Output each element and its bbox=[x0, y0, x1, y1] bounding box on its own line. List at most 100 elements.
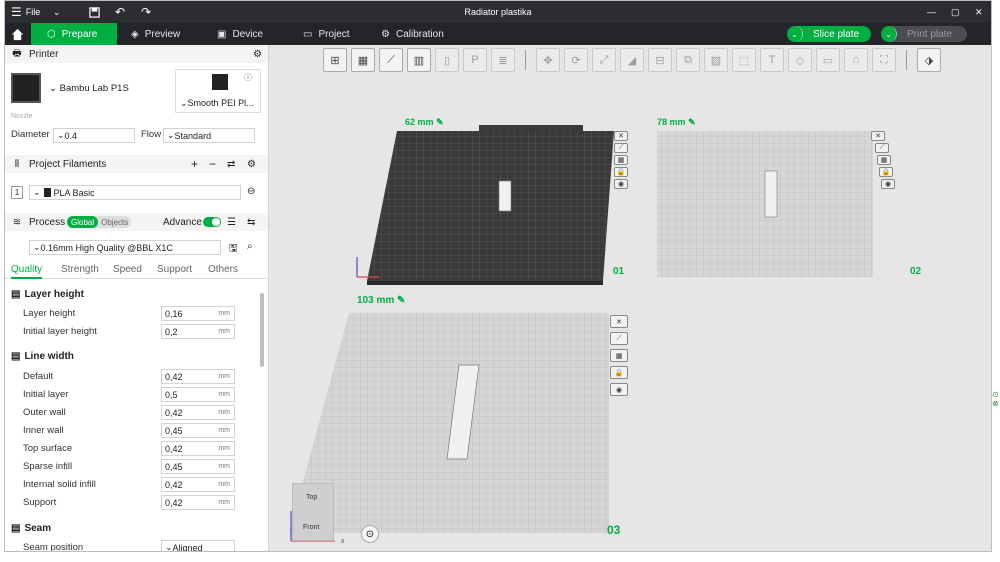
toggle-objects[interactable]: Objects bbox=[98, 216, 131, 228]
line-width-internal-solid-infill-input[interactable]: 0,42 mm bbox=[161, 477, 235, 492]
layer-height-input[interactable]: 0,16 mm bbox=[161, 306, 235, 321]
setting-unit: mm bbox=[218, 481, 230, 488]
printer-thumbnail bbox=[11, 73, 41, 103]
plate-03-dimension[interactable]: 103 mm ✎ bbox=[357, 295, 405, 306]
eye-icon[interactable]: ◉ bbox=[614, 179, 628, 189]
view-cube-front[interactable]: Front bbox=[303, 524, 319, 531]
calibration-icon: ⚙ bbox=[381, 28, 390, 40]
printer-section-header: 🖶 Printer ⚙ bbox=[5, 45, 268, 63]
auto-orient-plate-icon[interactable]: ⟋ bbox=[610, 332, 628, 345]
filament-select[interactable]: ⌄ PLA Basic bbox=[29, 185, 241, 200]
sync-icon[interactable]: ⇄ bbox=[227, 159, 235, 170]
tab-prepare[interactable]: ⬡ Prepare bbox=[31, 23, 117, 45]
arrange-plate-icon[interactable]: ▦ bbox=[614, 155, 628, 165]
global-objects-toggle[interactable]: Global Objects bbox=[67, 216, 131, 228]
tab-calibration[interactable]: ⚙ Calibration bbox=[381, 23, 444, 45]
maximize-icon[interactable]: ▢ bbox=[951, 1, 960, 23]
tab-preview[interactable]: ◈ Preview bbox=[131, 23, 180, 45]
delete-plate-icon[interactable]: ✕ bbox=[871, 131, 885, 141]
arrange-plate-icon[interactable]: ▦ bbox=[610, 349, 628, 362]
save-icon[interactable] bbox=[89, 1, 100, 23]
remove-icon[interactable]: − bbox=[209, 157, 216, 171]
info-icon[interactable]: ⓘ bbox=[244, 72, 252, 83]
print-plate-button[interactable]: ⌄ Print plate bbox=[881, 26, 967, 42]
camera-reset-icon[interactable]: ⊙ bbox=[361, 525, 379, 543]
plate-01-dimension[interactable]: 62 mm ✎ bbox=[405, 117, 444, 128]
auto-orient-plate-icon[interactable]: ⟋ bbox=[614, 143, 628, 153]
lock-icon[interactable]: 🔒 bbox=[610, 366, 628, 379]
delete-plate-icon[interactable]: ✕ bbox=[614, 131, 628, 141]
chevron-down-icon[interactable]: ⌄ bbox=[787, 26, 803, 42]
auto-orient-plate-icon[interactable]: ⟋ bbox=[875, 143, 889, 153]
plate-02[interactable] bbox=[657, 131, 873, 277]
search-icon[interactable]: ⌕ bbox=[247, 241, 253, 252]
setting-value: 0,45 bbox=[165, 425, 183, 436]
eye-icon[interactable]: ◉ bbox=[610, 383, 628, 396]
diameter-value: 0.4 bbox=[64, 130, 78, 141]
line-width-support-input[interactable]: 0,42 mm bbox=[161, 495, 235, 510]
save-preset-icon[interactable]: 🖫 bbox=[229, 241, 238, 258]
slice-plate-button[interactable]: ⌄ Slice plate bbox=[787, 26, 871, 42]
tab-strength[interactable]: Strength bbox=[61, 264, 99, 275]
compare-icon[interactable]: ⇆ bbox=[247, 217, 255, 228]
line-width-outer-wall-input[interactable]: 0,42 mm bbox=[161, 405, 235, 420]
dimension-label: 78 mm bbox=[657, 117, 686, 127]
delete-plate-icon[interactable]: ✕ bbox=[610, 315, 628, 328]
list-icon[interactable]: ☰ bbox=[227, 217, 236, 228]
setting-label: Layer height bbox=[23, 308, 76, 319]
seam-group: ▤ Seam bbox=[11, 523, 51, 534]
undo-icon[interactable]: ↶ bbox=[115, 1, 125, 23]
tab-speed[interactable]: Speed bbox=[113, 264, 142, 275]
chevron-down-icon[interactable]: ⌄ bbox=[53, 1, 61, 23]
line-width-inner-wall-input[interactable]: 0,45 mm bbox=[161, 423, 235, 438]
redo-icon[interactable]: ↷ bbox=[141, 1, 151, 23]
advance-switch[interactable] bbox=[203, 217, 221, 227]
add-icon[interactable]: + bbox=[191, 157, 198, 171]
diameter-select[interactable]: ⌄ 0.4 bbox=[53, 128, 135, 143]
slice-plate-label: Slice plate bbox=[813, 28, 860, 40]
line-width-initial-layer-input[interactable]: 0,5 mm bbox=[161, 387, 235, 402]
edit-icon[interactable]: ✎ bbox=[436, 117, 444, 127]
plate-thumbnail bbox=[212, 74, 228, 90]
tab-quality[interactable]: Quality bbox=[11, 264, 43, 279]
plate-03[interactable] bbox=[289, 313, 609, 542]
arrange-plate-icon[interactable]: ▦ bbox=[877, 155, 891, 165]
view-cube-top[interactable]: Top bbox=[306, 494, 317, 501]
toggle-global[interactable]: Global bbox=[67, 216, 99, 228]
minimize-icon[interactable]: — bbox=[927, 1, 936, 23]
lock-icon[interactable]: 🔒 bbox=[614, 167, 628, 177]
process-preset-select[interactable]: ⌄ 0.16mm High Quality @BBL X1C bbox=[29, 240, 221, 255]
view-cube[interactable]: Top Front bbox=[292, 483, 334, 541]
file-menu[interactable]: ☰ File bbox=[11, 1, 40, 23]
gear-icon[interactable]: ⚙ bbox=[253, 49, 262, 60]
tab-others[interactable]: Others bbox=[208, 264, 238, 275]
home-icon[interactable] bbox=[5, 23, 29, 45]
seam-position-select[interactable]: ⌄ Aligned bbox=[161, 540, 235, 551]
chevron-down-icon[interactable]: ⌄ bbox=[881, 26, 897, 42]
flow-select[interactable]: ⌄ Standard bbox=[163, 128, 255, 143]
3d-canvas[interactable]: ⊞ ▦ ⟋ ▥ ▯ P ≣ ✥ ⟳ ⤢ ◢ ⊟ ⧉ ▨ ⬚ T ◇ ▭ ⌂ ⛶ … bbox=[269, 45, 991, 551]
lock-icon[interactable]: 🔒 bbox=[879, 167, 893, 177]
filament-icon: ⦀ bbox=[14, 158, 20, 170]
tab-project[interactable]: ▭ Project bbox=[303, 23, 350, 45]
tab-preview-label: Preview bbox=[144, 28, 181, 40]
tab-support[interactable]: Support bbox=[157, 264, 192, 275]
eye-icon[interactable]: ◉ bbox=[881, 179, 895, 189]
tab-device[interactable]: ▣ Device bbox=[217, 23, 263, 45]
gear-icon[interactable]: ⚙ bbox=[247, 159, 256, 170]
line-width-sparse-infill-input[interactable]: 0,45 mm bbox=[161, 459, 235, 474]
plate-type-select[interactable]: ⓘ ⌄Smooth PEI Pl... bbox=[175, 69, 261, 113]
line-width-top-surface-input[interactable]: 0,42 mm bbox=[161, 441, 235, 456]
edit-icon[interactable]: ✎ bbox=[688, 117, 696, 127]
printer-select[interactable]: ⌄ Bambu Lab P1S bbox=[49, 83, 129, 94]
sidebar-scrollbar[interactable] bbox=[260, 293, 264, 367]
remove-circle-icon[interactable]: ⊖ bbox=[247, 186, 255, 197]
line-width-default-input[interactable]: 0,42 mm bbox=[161, 369, 235, 384]
initial-layer-height-input[interactable]: 0,2 mm bbox=[161, 324, 235, 339]
plate-01[interactable] bbox=[356, 125, 614, 285]
close-icon[interactable]: ✕ bbox=[975, 1, 983, 23]
plate-02-dimension[interactable]: 78 mm ✎ bbox=[657, 117, 696, 128]
edit-icon[interactable]: ✎ bbox=[397, 295, 405, 306]
filament-index: 1 bbox=[11, 186, 23, 199]
setting-label: Default bbox=[23, 371, 54, 382]
